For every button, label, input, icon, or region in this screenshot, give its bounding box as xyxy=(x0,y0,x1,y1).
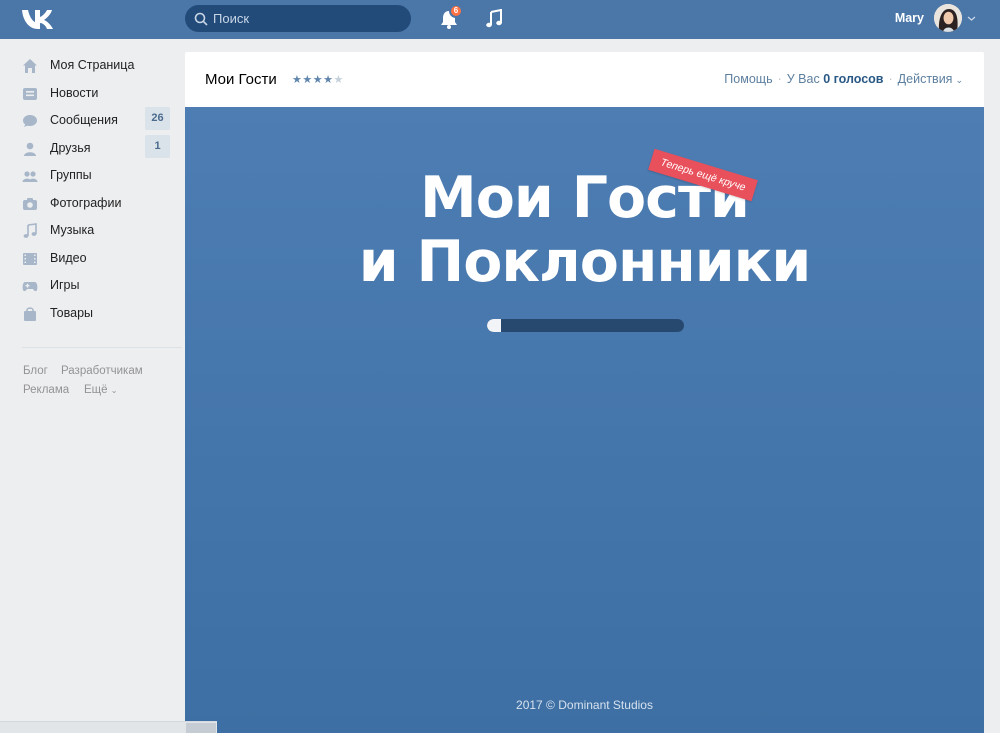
footer-link-more[interactable]: Ещё ⌄ xyxy=(84,384,117,396)
chevron-down-icon: ⌄ xyxy=(110,386,118,395)
sidebar-item-label: Фотографии xyxy=(50,196,122,210)
sidebar-item-photos[interactable]: Фотографии xyxy=(14,190,184,217)
camera-icon xyxy=(23,198,37,210)
app-title: Мои Гости xyxy=(205,71,277,88)
friends-count-badge: 1 xyxy=(145,135,170,158)
sidebar-item-messages[interactable]: Сообщения 26 xyxy=(14,107,184,134)
search-box[interactable] xyxy=(185,5,411,32)
loading-progress-fill xyxy=(487,319,501,332)
sidebar-item-music[interactable]: Музыка xyxy=(14,217,184,244)
chevron-down-icon: ⌄ xyxy=(955,75,963,85)
star-icon: ★ xyxy=(292,74,303,86)
rating-stars: ★★★★★ xyxy=(292,73,344,86)
news-icon xyxy=(23,88,37,100)
actions-menu[interactable]: Действия ⌄ xyxy=(898,72,963,86)
music-icon xyxy=(23,223,37,238)
help-link[interactable]: Помощь xyxy=(724,72,772,86)
separator-dot: · xyxy=(888,72,893,86)
separator-dot: · xyxy=(777,72,782,86)
footer-link-blog[interactable]: Блог xyxy=(23,365,48,377)
search-icon xyxy=(194,12,208,26)
star-icon: ★ xyxy=(323,74,334,86)
actions-label: Действия xyxy=(897,72,953,86)
sidebar-item-my-page[interactable]: Моя Страница xyxy=(14,52,184,79)
user-name[interactable]: Mary xyxy=(880,11,924,25)
splash-title-line-1: Мои Гости xyxy=(420,165,750,231)
notification-badge: 6 xyxy=(449,4,463,18)
shopping-bag-icon xyxy=(24,307,36,321)
search-input[interactable] xyxy=(213,5,403,32)
star-icon: ★ xyxy=(312,74,324,86)
scrollbar-thumb[interactable] xyxy=(186,723,216,733)
copyright-text: 2017 © Dominant Studios xyxy=(516,698,653,712)
loading-progress-bar xyxy=(487,319,684,332)
sidebar-item-label: Сообщения xyxy=(50,113,118,127)
app-splash-screen[interactable]: Мои Гости и Поклонники Теперь ещё круче … xyxy=(185,107,984,733)
star-icon: ★ xyxy=(302,74,313,86)
sidebar-item-label: Моя Страница xyxy=(50,58,135,72)
top-bar: 6 Mary xyxy=(0,0,1000,39)
app-header: Мои Гости ★★★★★ Помощь · У Вас 0 голосов · Д… xyxy=(185,52,984,107)
sidebar-item-label: Группы xyxy=(50,168,92,182)
votes-value: 0 голосов xyxy=(823,72,884,86)
sidebar-item-label: Новости xyxy=(50,86,99,100)
chevron-down-icon[interactable] xyxy=(967,15,976,22)
gamepad-icon xyxy=(22,282,38,292)
sidebar-item-label: Игры xyxy=(50,278,80,292)
sidebar-divider xyxy=(22,347,182,348)
vk-logo-icon[interactable] xyxy=(20,6,60,32)
footer-link-ads[interactable]: Реклама xyxy=(23,384,69,396)
friends-icon xyxy=(24,142,36,156)
video-icon xyxy=(23,253,37,265)
votes-prefix: У Вас xyxy=(786,72,820,86)
horizontal-scrollbar[interactable] xyxy=(0,721,217,733)
music-note-icon[interactable] xyxy=(484,9,504,29)
sidebar-item-games[interactable]: Игры xyxy=(14,272,184,299)
footer-link-more-label: Ещё xyxy=(84,384,108,396)
avatar[interactable] xyxy=(934,4,962,32)
sidebar-item-news[interactable]: Новости xyxy=(14,80,184,107)
splash-title-line-2: и Поклонники xyxy=(358,229,812,295)
groups-icon xyxy=(22,171,38,182)
page-right-margin xyxy=(984,52,1000,733)
sidebar-item-label: Музыка xyxy=(50,223,95,237)
user-avatar-icon xyxy=(934,4,962,32)
sidebar: Моя Страница Новости Сообщения 26 Друзья… xyxy=(0,39,185,733)
messages-icon xyxy=(23,115,37,127)
sidebar-item-label: Видео xyxy=(50,251,87,265)
messages-count-badge: 26 xyxy=(145,107,170,130)
footer-link-developers[interactable]: Разработчикам xyxy=(61,365,143,377)
votes-info[interactable]: У Вас 0 голосов xyxy=(787,72,884,86)
sidebar-item-friends[interactable]: Друзья 1 xyxy=(14,135,184,162)
home-icon xyxy=(23,59,37,73)
sidebar-item-video[interactable]: Видео xyxy=(14,245,184,272)
sidebar-item-groups[interactable]: Группы xyxy=(14,162,184,189)
sidebar-item-label: Друзья xyxy=(50,141,91,155)
star-empty-icon: ★ xyxy=(333,74,344,86)
sidebar-item-label: Товары xyxy=(50,306,93,320)
app-header-links: Помощь · У Вас 0 голосов · Действия ⌄ xyxy=(724,72,963,86)
sidebar-item-goods[interactable]: Товары xyxy=(14,300,184,327)
